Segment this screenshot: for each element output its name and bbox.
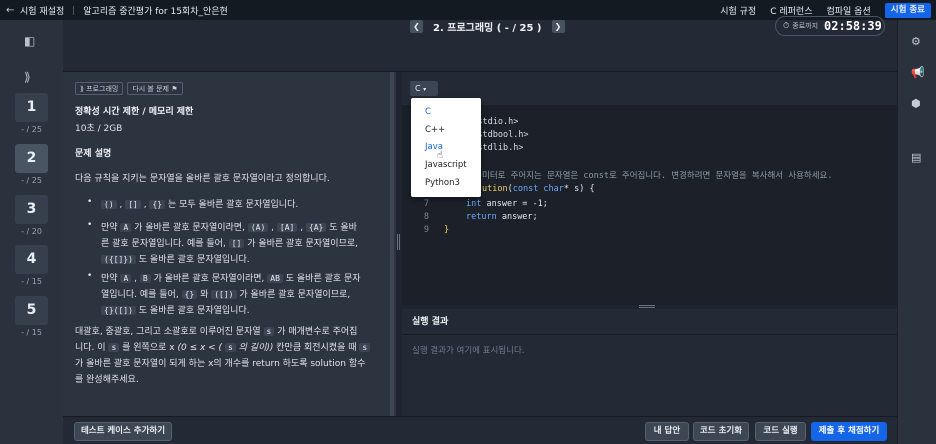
code-line-9: } — [444, 225, 450, 235]
bullet: • — [87, 271, 93, 281]
problem-scrollbar[interactable] — [390, 72, 394, 416]
hand-cursor-icon: ☝ — [437, 150, 444, 161]
rule-3: 만약 A , B 가 올바른 괄호 문자열이라면, AB 도 올바른 괄호 문자… — [101, 274, 361, 316]
question-1-button[interactable]: 1 — [15, 93, 48, 122]
question-nav: ❮ 2. 프로그래밍 ( - / 25 ) ❯ — [410, 19, 565, 34]
cube-icon[interactable]: ⬢ — [911, 97, 921, 110]
lang-option-javascript[interactable]: Javascript — [425, 160, 467, 170]
desc-heading: 문제 설명 — [75, 149, 112, 159]
note-icon[interactable]: ▤ — [911, 151, 921, 164]
divider — [73, 5, 75, 15]
language-select[interactable]: C ▾ — [410, 81, 438, 96]
question-4-score: - / 15 — [21, 277, 42, 286]
reset-code-button[interactable]: 코드 초기화 — [693, 422, 749, 441]
code-line-8: return answer; — [466, 212, 538, 222]
desc-intro: 다음 규칙을 지키는 문자열을 올바른 괄호 문자열이라고 정의합니다. — [75, 174, 330, 184]
layout-toggle-icon[interactable]: ◧ — [24, 34, 35, 48]
limit-heading: 정확성 시간 제한 / 메모리 제한 — [75, 107, 194, 117]
gear-icon[interactable]: ⚙ — [911, 35, 921, 48]
lang-option-python3[interactable]: Python3 — [425, 178, 460, 188]
result-heading: 실행 결과 — [402, 309, 897, 335]
question-2-score: - / 25 — [21, 176, 42, 185]
arrow-left-icon[interactable]: ← — [6, 5, 20, 16]
rule-1: () , [] , {} 는 모두 올바른 괄호 문자열입니다. — [101, 197, 377, 213]
compile-options-link[interactable]: 컴파일 옵션 — [826, 4, 870, 17]
my-answer-button[interactable]: 내 답안 — [645, 422, 689, 441]
code-line-5: 미터로 주어지는 문자열은 const로 주어집니다. 변경하려면 문자열을 복… — [482, 171, 833, 181]
run-code-button[interactable]: 코드 실행 — [755, 422, 806, 441]
rule-2: 만약 A 가 올바른 괄호 문자열이라면, (A) , [A] , {A} 도 … — [101, 223, 359, 265]
add-testcase-button[interactable]: 테스트 케이스 추가하기 — [74, 422, 172, 441]
line-number: 7 — [423, 199, 429, 209]
problem-tags: ⟫ 프로그래밍 다시 볼 문제 ⚑ — [75, 82, 187, 95]
bullet: • — [87, 220, 93, 230]
line-number: 8 — [423, 212, 429, 222]
lang-option-c[interactable]: C — [425, 107, 431, 117]
megaphone-icon[interactable]: 📢 — [911, 66, 925, 79]
question-5-button[interactable]: 5 — [15, 296, 48, 325]
question-2-button[interactable]: 2 — [15, 144, 48, 173]
question-title: 2. 프로그래밍 ( - / 25 ) — [433, 22, 542, 34]
flag-icon: ⚑ — [168, 85, 178, 93]
bullet: • — [87, 197, 93, 207]
code-icon: ⟫ — [24, 70, 31, 84]
prev-question-button[interactable]: ❮ — [410, 19, 423, 33]
timer-value: 02:58:39 — [824, 19, 882, 33]
end-exam-button[interactable]: 시험 종료 — [884, 2, 931, 18]
splitter-grip[interactable] — [397, 234, 400, 250]
limit-value: 10초 / 2GB — [75, 124, 123, 134]
timer: ⏱ 종료까지 02:58:39 — [775, 16, 885, 36]
caret-down-icon: ▾ — [423, 86, 427, 93]
result-panel: 실행 결과 실행 결과가 여기에 표시됩니다. — [402, 309, 897, 416]
timer-label: 종료까지 — [792, 22, 819, 30]
c-reference-link[interactable]: C 레퍼런스 — [770, 4, 812, 17]
exam-title: 알고리즘 중간평가 for 15회차_안은현 — [83, 6, 228, 17]
next-question-button[interactable]: ❯ — [551, 19, 565, 33]
tag-review-later[interactable]: 다시 볼 문제 ⚑ — [127, 82, 183, 95]
bottom-bar: 테스트 케이스 추가하기 내 답안 코드 초기화 코드 실행 제출 후 채점하기 — [63, 416, 897, 444]
clock-icon: ⏱ — [783, 21, 790, 30]
submit-button[interactable]: 제출 후 채점하기 — [811, 422, 887, 441]
splitter-grip[interactable] — [639, 305, 655, 308]
question-3-button[interactable]: 3 — [15, 195, 48, 224]
question-rail: ◧ ⟫ 1 - / 25 2 - / 25 3 - / 20 4 - / 15 … — [0, 20, 63, 444]
problem-panel: ⟫ 프로그래밍 다시 볼 문제 ⚑ 정확성 시간 제한 / 메모리 제한 10초… — [63, 72, 396, 416]
code-line-6: ution(const char* s) { — [482, 184, 595, 194]
scrollbar-thumb[interactable] — [390, 72, 394, 416]
question-5-score: - / 15 — [21, 328, 42, 337]
result-placeholder: 실행 결과가 여기에 표시됩니다. — [412, 346, 525, 356]
lang-option-cpp[interactable]: C++ — [425, 125, 445, 135]
problem-body: 대괄호, 중괄호, 그리고 소괄호로 이루어진 문자열 s 가 매개변수로 주어… — [75, 324, 381, 388]
question-3-score: - / 20 — [21, 227, 42, 236]
reset-exam-link[interactable]: 시험 재설정 — [20, 4, 64, 17]
line-number: 9 — [423, 225, 429, 235]
exam-rules-link[interactable]: 시험 규정 — [720, 4, 756, 17]
tool-rail: ⚙ 📢 ⬢ ▤ — [897, 20, 936, 444]
question-1-score: - / 25 — [21, 125, 42, 134]
code-line-7: int answer = -1; — [466, 199, 548, 209]
language-dropdown: C C++ Java Javascript Python3 — [411, 98, 481, 197]
question-4-button[interactable]: 4 — [15, 245, 48, 274]
tag-programming: ⟫ 프로그래밍 — [75, 82, 124, 95]
